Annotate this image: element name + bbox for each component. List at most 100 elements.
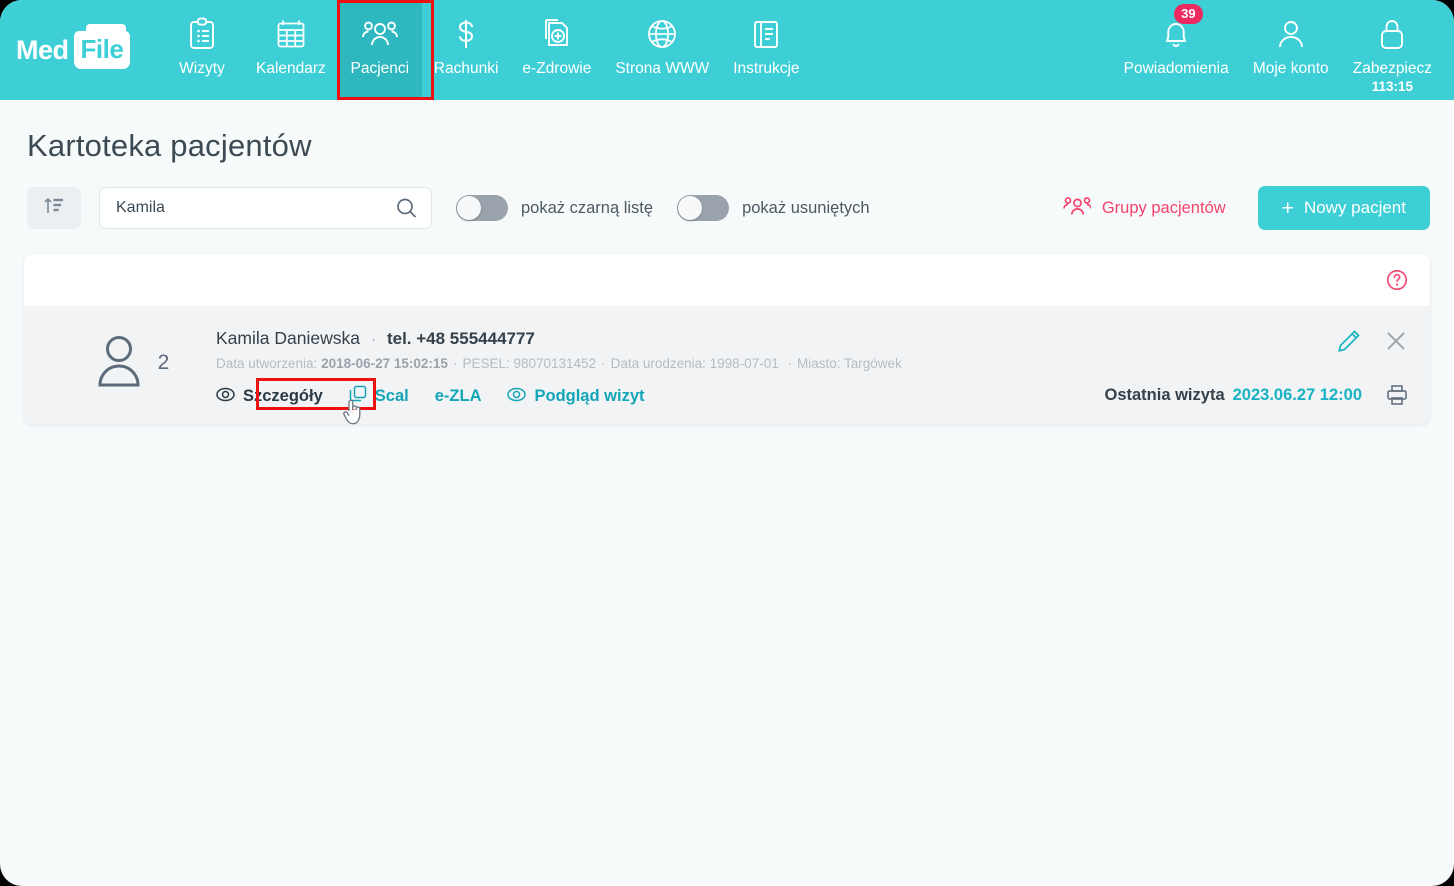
action-podglad-wizyt[interactable]: Podgląd wizyt [507,387,645,407]
nav-label-pacjenci: Pacjenci [350,60,410,77]
person-icon [93,333,145,394]
sort-button[interactable] [27,187,81,229]
action-szczegoly[interactable]: Szczegóły [216,387,323,407]
nav-right-group: 39 Powiadomienia Moje konto Zabezpiecz 1… [1112,0,1454,100]
patient-avatar-cell: 2 [46,326,216,408]
patient-groups-button[interactable]: Grupy pacjentów [1062,195,1226,222]
dollar-icon [453,12,479,56]
nav-item-zabezpiecz[interactable]: Zabezpiecz 113:15 [1341,0,1444,100]
patient-name: Kamila Daniewska [216,328,360,348]
meta-dot: · [452,356,458,371]
application-window: Med File Wizyty Kalendarz Pacjenci Rachu… [0,0,1454,886]
patient-row-icons [1314,328,1408,354]
toggle-pokaz-czarna-liste[interactable] [456,195,508,221]
clipboard-icon [187,12,217,56]
nav-label-rachunki: Rachunki [433,60,499,77]
patient-meta-line: Data utworzenia: 2018-06-27 15:02:15 · PES… [216,356,1078,371]
meta-dot: · [787,356,792,371]
nav-item-rachunki[interactable]: Rachunki [422,0,511,100]
last-visit-label: Ostatnia wizyta [1104,385,1225,404]
results-header [24,254,1430,306]
search-icon[interactable] [396,198,417,219]
toggle-pokaz-usunietych[interactable] [677,195,730,221]
nav-item-e-zdrowie[interactable]: e-Zdrowie [510,0,603,100]
nav-label-moje-konto: Moje konto [1252,60,1329,77]
new-patient-label: Nowy pacjent [1303,198,1406,217]
logo-folder-shape: File [73,24,131,69]
patient-avatar-count: 2 [157,351,170,374]
last-visit-value: 2023.06.27 12:00 [1232,385,1362,404]
meta-dot: · [601,356,606,371]
patient-info-cell: Kamila Daniewska · tel. +48 555444777 Da… [216,326,1078,408]
logo-text-file: File [80,34,124,64]
search-input[interactable] [100,188,431,228]
patient-name-line: Kamila Daniewska · tel. +48 555444777 [216,328,1078,349]
logo-text-med: Med [16,34,69,65]
birth-label: Data urodzenia: [610,356,706,371]
page-title: Kartoteka pacjentów [27,128,312,163]
patient-phone: tel. +48 555444777 [386,329,535,348]
nav-label-powiadomienia: Powiadomienia [1123,60,1229,77]
toggle-label-blacklist: pokaż czarną listę [521,198,654,217]
created-value: 2018-06-27 15:02:15 [321,356,448,371]
last-visit-row: Ostatnia wizyta 2023.06.27 12:00 [1105,384,1409,406]
notification-badge: 39 [1174,4,1203,24]
pencil-icon[interactable] [1336,328,1362,354]
eye-icon [216,387,235,407]
top-navigation-bar: Med File Wizyty Kalendarz Pacjenci Rachu… [0,0,1454,100]
patients-group-icon [1062,195,1092,222]
help-circle-icon[interactable] [1386,269,1408,291]
toggle-deleted-group: pokaż usuniętych [677,195,870,221]
book-icon [751,12,781,56]
toolbar: pokaż czarną listę pokaż usuniętych [0,164,1454,230]
nav-label-zabezpiecz: Zabezpiecz [1352,60,1432,77]
action-e-zla[interactable]: e-ZLA [435,387,482,406]
eye-icon [507,387,527,407]
new-patient-button[interactable]: + Nowy pacjent [1257,186,1430,230]
action-label-szczegoly: Szczegóły [243,387,323,405]
nav-item-wizyty[interactable]: Wizyty [160,0,244,100]
plus-icon: + [1281,196,1294,220]
nav-item-powiadomienia[interactable]: 39 Powiadomienia [1112,0,1241,100]
sort-ascending-icon [43,196,65,221]
printer-icon[interactable] [1386,384,1408,406]
nav-item-strona-www[interactable]: Strona WWW [603,0,721,100]
nav-label-strona-www: Strona WWW [615,60,710,77]
table-row: 2 Kamila Daniewska · tel. +48 555444777 … [24,306,1430,424]
pesel-label: PESEL: [462,356,510,371]
patient-actions: Szczegóły Scal e-ZLA Podgląd wizyt [216,385,1078,408]
patients-results-card: 2 Kamila Daniewska · tel. +48 555444777 … [24,254,1430,424]
patients-icon [361,12,398,56]
nav-item-instrukcje[interactable]: Instrukcje [721,0,811,100]
user-icon [1276,12,1306,56]
app-logo[interactable]: Med File [0,0,160,100]
created-label: Data utworzenia: [216,356,318,371]
main-nav-items: Wizyty Kalendarz Pacjenci Rachunki e-Zdr… [160,0,812,100]
city-value: Targówek [844,356,902,371]
nav-label-kalendarz: Kalendarz [256,60,326,77]
merge-copy-icon [349,385,367,408]
toggle-label-deleted: pokaż usuniętych [742,198,870,217]
lock-icon [1377,12,1407,56]
toggle-knob [678,196,703,220]
close-icon[interactable] [1384,329,1408,353]
toolbar-right: Grupy pacjentów + Nowy pacjent [1062,186,1430,230]
nav-item-kalendarz[interactable]: Kalendarz [244,0,338,100]
search-box[interactable] [99,187,432,229]
city-label: Miasto: [796,356,841,371]
action-label-podglad-wizyt: Podgląd wizyt [534,387,645,405]
action-label-e-zla: e-ZLA [434,387,482,405]
nav-label-wizyty: Wizyty [179,60,225,77]
action-label-scal: Scal [374,387,409,405]
health-plus-icon [541,12,573,56]
nav-label-instrukcje: Instrukcje [733,60,800,77]
patient-right-cell: Ostatnia wizyta 2023.06.27 12:00 [1078,326,1408,408]
nav-item-moje-konto[interactable]: Moje konto [1241,0,1341,100]
action-scal[interactable]: Scal [349,385,409,408]
globe-icon [646,12,678,56]
toggle-blacklist-group: pokaż czarną listę [456,195,653,221]
nav-item-pacjenci[interactable]: Pacjenci [337,0,422,100]
calendar-icon [275,12,307,56]
nav-label-e-zdrowie: e-Zdrowie [522,60,592,77]
separator-dot: · [370,331,376,348]
